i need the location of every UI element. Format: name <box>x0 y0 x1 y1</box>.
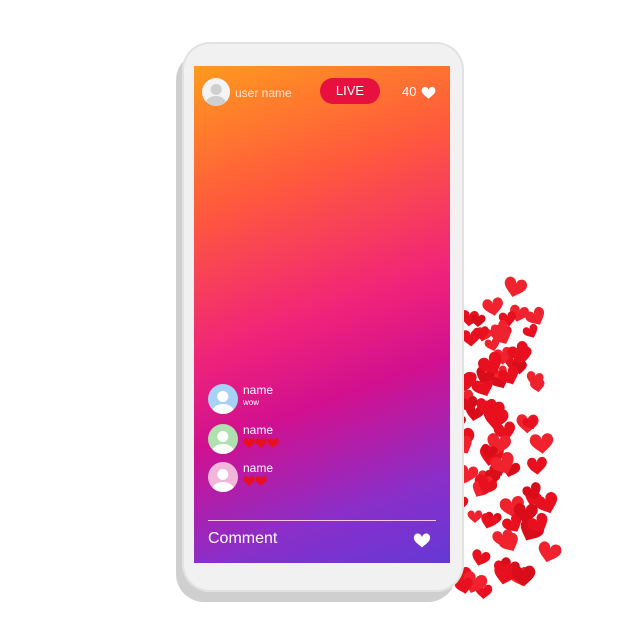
heart-icon[interactable] <box>412 530 432 549</box>
comment-hearts <box>243 476 267 486</box>
comment-item: name wow <box>208 383 428 418</box>
comment-hearts <box>243 438 279 448</box>
commenter-name: name <box>243 461 274 475</box>
floating-heart-icon <box>521 322 541 341</box>
comment-text: wow <box>243 398 260 407</box>
heart-icon <box>255 438 267 448</box>
floating-heart-icon <box>469 548 492 569</box>
commenter-name: name <box>243 383 274 397</box>
like-count: 40 <box>402 84 417 99</box>
live-badge: LIVE <box>320 78 380 104</box>
commenter-avatar-icon[interactable] <box>208 424 238 454</box>
username[interactable]: user name <box>235 86 292 100</box>
heart-icon <box>255 476 267 486</box>
commenter-avatar-icon[interactable] <box>208 462 238 492</box>
heart-icon[interactable] <box>420 84 437 100</box>
floating-heart-icon <box>467 510 483 523</box>
comment-divider <box>208 520 436 521</box>
live-stream-screen: user name LIVE 40 name wow name name Com… <box>194 66 450 563</box>
floating-heart-icon <box>501 275 529 300</box>
heart-icon <box>267 438 279 448</box>
user-avatar-icon[interactable] <box>202 78 230 106</box>
floating-heart-icon <box>529 432 555 455</box>
comment-item: name <box>208 423 428 458</box>
comment-input[interactable]: Comment <box>208 530 277 548</box>
comment-item: name <box>208 461 428 496</box>
heart-icon <box>243 476 255 486</box>
heart-icon <box>243 438 255 448</box>
commenter-name: name <box>243 423 274 437</box>
commenter-avatar-icon[interactable] <box>208 384 238 414</box>
stream-header: user name LIVE 40 <box>194 66 450 116</box>
floating-heart-icon <box>535 540 563 566</box>
